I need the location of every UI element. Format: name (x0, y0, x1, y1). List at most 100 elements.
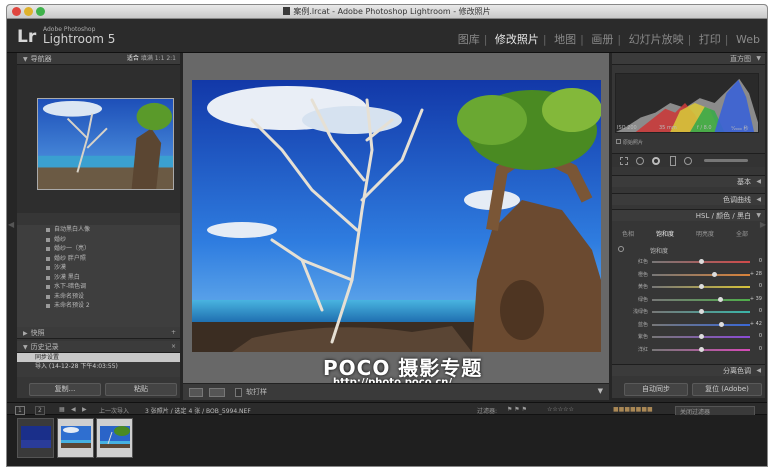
navigator-header[interactable]: ▼ 导航器 适合 填满 1:1 2:1 (17, 53, 180, 65)
paste-settings-button[interactable]: 粘贴 (105, 383, 177, 396)
slider-knob[interactable] (698, 334, 704, 339)
slider-value[interactable]: + 28 (750, 271, 762, 277)
module-web[interactable]: Web (736, 33, 760, 46)
slider-knob[interactable] (698, 284, 704, 289)
toolbar-menu-arrow-icon[interactable]: ▼ (598, 387, 603, 395)
preset-item[interactable]: 水下-暗色调 (17, 282, 180, 292)
back-arrow-icon[interactable]: ◀ (71, 406, 76, 413)
module-slideshow[interactable]: 幻灯片放映 (629, 33, 684, 46)
slider-value[interactable]: 0 (759, 346, 762, 352)
saturation-slider-row[interactable]: 蓝色 + 42 (612, 320, 765, 330)
slider-knob[interactable] (698, 259, 704, 264)
navigator-preview[interactable] (17, 65, 180, 213)
hsl-panel-header[interactable]: HSL / 颜色 / 黑白 ▼ (612, 209, 765, 221)
tab-all[interactable]: 全部 (736, 229, 748, 238)
saturation-slider-row[interactable]: 浅绿色 0 (612, 307, 765, 317)
preset-item[interactable]: 自动黑白人像 (17, 225, 180, 235)
zoom-1-1[interactable]: 1:1 (155, 55, 165, 62)
forward-arrow-icon[interactable]: ▶ (82, 406, 87, 413)
preset-item[interactable]: 婚纱一（亮） (17, 244, 180, 254)
loupe-view-icon[interactable] (189, 388, 203, 397)
history-header[interactable]: ▼ 历史记录 × (17, 341, 180, 353)
preset-item[interactable]: 婚纱 (17, 235, 180, 245)
preset-item[interactable]: 婚纱 胖户照 (17, 254, 180, 264)
left-panel-toggle-icon[interactable]: ◀ (8, 220, 14, 229)
module-book[interactable]: 画册 (591, 33, 613, 46)
histogram-header[interactable]: 直方图 ▼ (612, 53, 765, 65)
rating-filter-stars[interactable]: ☆☆☆☆☆ (547, 406, 574, 413)
color-label-filter[interactable]: ■■■■■■■ (613, 406, 653, 413)
adjustment-brush-icon[interactable] (704, 159, 748, 162)
reset-button[interactable]: 复位 (Adobe) (692, 383, 762, 396)
saturation-slider-row[interactable]: 红色 0 (612, 257, 765, 267)
primary-window-button[interactable]: 1 (15, 406, 25, 415)
slider-knob[interactable] (698, 346, 704, 352)
slider-track[interactable] (652, 273, 750, 276)
filmstrip-thumbnail[interactable] (17, 418, 54, 458)
zoom-fit[interactable]: 适合 (127, 55, 139, 62)
slider-value[interactable]: 0 (759, 258, 762, 264)
preset-icon (46, 275, 50, 280)
clear-history-button[interactable]: × (171, 341, 176, 353)
slider-knob[interactable] (712, 271, 718, 277)
secondary-window-button[interactable]: 2 (35, 406, 45, 415)
preset-item[interactable]: 未命名预设 (17, 292, 180, 302)
history-item[interactable]: 同步设置 (17, 353, 180, 362)
zoom-fill[interactable]: 填满 (141, 55, 153, 62)
image-view[interactable] (183, 53, 609, 383)
slider-track[interactable] (652, 323, 750, 326)
saturation-slider-row[interactable]: 绿色 + 39 (612, 295, 765, 305)
flag-filter-icons[interactable]: ⚑ ⚑ ⚑ (507, 406, 527, 413)
auto-sync-button[interactable]: 自动同步 (624, 383, 688, 396)
graduated-filter-icon[interactable] (670, 156, 676, 166)
slider-value[interactable]: 0 (759, 308, 762, 314)
module-divider: | (483, 33, 488, 46)
preset-item[interactable]: 沙漠 黑白 (17, 273, 180, 283)
crop-tool-icon[interactable] (620, 157, 628, 165)
history-item[interactable]: 导入 (14-12-28 下午4:03:55) (17, 362, 180, 371)
saturation-slider-row[interactable]: 洋红 0 (612, 345, 765, 355)
original-checkbox[interactable] (616, 139, 621, 144)
tab-hue[interactable]: 色相 (622, 229, 634, 238)
preset-icon (46, 228, 50, 232)
grid-view-icon[interactable]: ▦ (59, 406, 65, 413)
slider-value[interactable]: 0 (759, 283, 762, 289)
preset-item[interactable]: 未命名预设 2 (17, 301, 180, 311)
module-library[interactable]: 图库 (458, 33, 480, 46)
filmstrip-source[interactable]: 上一次导入 (99, 406, 129, 415)
right-panel-toggle-icon[interactable]: ▶ (760, 220, 766, 229)
slider-knob[interactable] (719, 321, 725, 327)
filmstrip-thumbnail[interactable] (57, 418, 94, 458)
red-eye-icon[interactable] (652, 157, 660, 165)
add-snapshot-button[interactable]: + (171, 327, 176, 339)
tab-saturation[interactable]: 饱和度 (656, 229, 674, 238)
zoom-2-1[interactable]: 2:1 (166, 55, 176, 62)
slider-value[interactable]: + 42 (750, 321, 762, 327)
softproof-checkbox[interactable] (235, 388, 242, 397)
spot-removal-icon[interactable] (636, 157, 644, 165)
module-develop[interactable]: 修改照片 (495, 33, 539, 46)
histogram-graph[interactable] (615, 73, 759, 133)
snapshots-header[interactable]: ▶ 快照 + (17, 327, 180, 339)
module-print[interactable]: 打印 (699, 33, 721, 46)
split-toning-panel-header[interactable]: 分离色调 ◀ (612, 364, 765, 376)
basic-panel-header[interactable]: 基本 ◀ (612, 175, 765, 187)
module-map[interactable]: 地图 (554, 33, 576, 46)
slider-track[interactable] (652, 298, 750, 301)
original-photo-toggle[interactable]: 原始照片 (616, 139, 643, 146)
tone-curve-panel-header[interactable]: 色调曲线 ◀ (612, 193, 765, 205)
slider-knob[interactable] (718, 296, 724, 302)
preset-item[interactable]: 沙漠 (17, 263, 180, 273)
slider-value[interactable]: + 39 (750, 296, 762, 302)
tab-luminance[interactable]: 明亮度 (696, 229, 714, 238)
filmstrip-thumbnail[interactable] (96, 418, 133, 458)
copy-settings-button[interactable]: 复制... (29, 383, 101, 396)
saturation-slider-row[interactable]: 紫色 0 (612, 332, 765, 342)
radial-filter-icon[interactable] (684, 157, 692, 165)
before-after-icon[interactable] (209, 388, 225, 397)
saturation-slider-row[interactable]: 黄色 0 (612, 282, 765, 292)
slider-value[interactable]: 0 (759, 333, 762, 339)
saturation-slider-row[interactable]: 橙色 + 28 (612, 270, 765, 280)
targeted-adjustment-icon[interactable] (618, 246, 624, 252)
slider-knob[interactable] (698, 309, 704, 314)
